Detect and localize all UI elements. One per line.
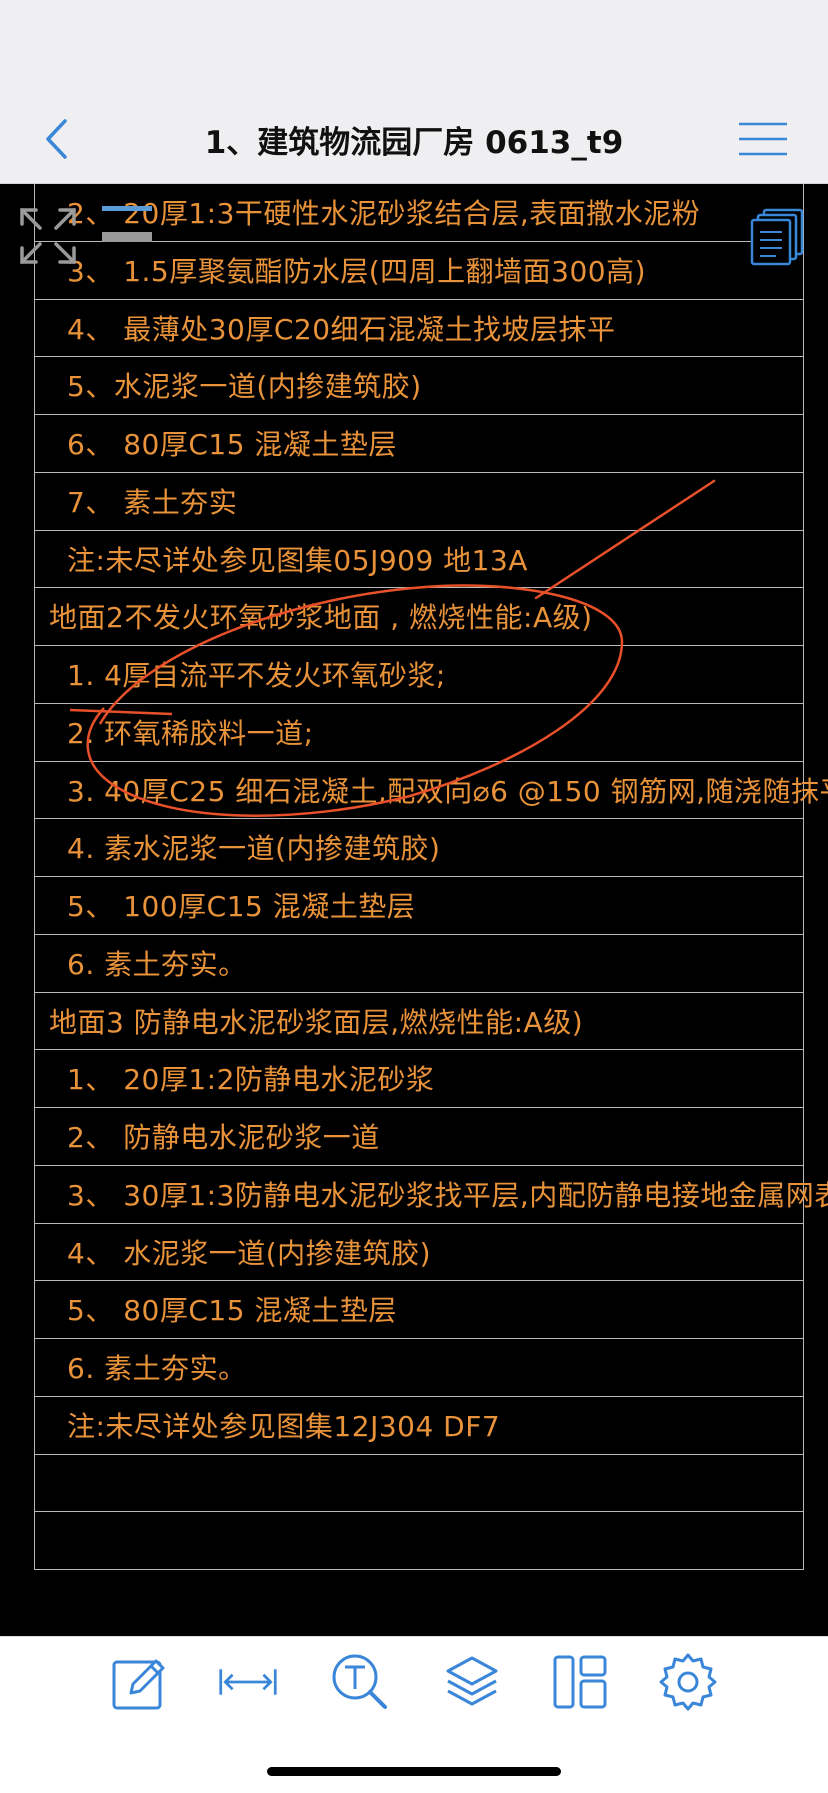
back-button[interactable] — [36, 115, 76, 163]
drawing-row-text: 2、 20厚1:3干硬性水泥砂浆结合层,表面撒水泥粉 — [67, 197, 701, 230]
drawing-row: 3. 40厚C25 细石混凝土,配双向⌀6 @150 钢筋网,随浇随抹平; — [35, 762, 828, 820]
drawing-row: 3、 30厚1:3防静电水泥砂浆找平层,内配防静电接地金属网表面抹 — [35, 1166, 828, 1224]
drawing-row-text: 2. 环氧稀胶料一道; — [67, 716, 314, 750]
drawing-row: 6. 素土夯实。 — [35, 1339, 803, 1397]
drawing-row-text: 3、 1.5厚聚氨酯防水层(四周上翻墙面300高) — [67, 254, 647, 288]
menu-button[interactable] — [736, 119, 790, 159]
fit-screen-button[interactable] — [16, 204, 80, 268]
home-indicator — [267, 1767, 561, 1776]
drawing-row-text: 地面3 防静电水泥砂浆面层,燃烧性能:A级) — [49, 1005, 584, 1039]
drawing-row: 2、 防静电水泥砂浆一道 — [35, 1108, 803, 1166]
text-search-icon — [332, 1654, 387, 1709]
drawing-row: 4. 素水泥浆一道(内掺建筑胶) — [35, 819, 803, 877]
drawing-row-text: 6、 80厚C15 混凝土垫层 — [67, 428, 397, 461]
nav-bar: 1、建筑物流园厂房 0613_t9 — [0, 95, 828, 184]
drawing-row: 6、 80厚C15 混凝土垫层 — [35, 415, 803, 473]
layout-button[interactable] — [550, 1651, 610, 1713]
measure-icon — [219, 1669, 277, 1695]
drawing-row: 5、 100厚C15 混凝土垫层 — [35, 877, 803, 935]
edit-markup-button[interactable] — [110, 1651, 170, 1713]
drawing-row-text: 4、 水泥浆一道(内掺建筑胶) — [67, 1236, 432, 1270]
drawing-row: 1. 4厚自流平不发火环氧砂浆; — [35, 646, 803, 704]
drawing-row-text: 5、 80厚C15 混凝土垫层 — [67, 1294, 397, 1328]
drawing-row-text: 6. 素土夯实。 — [67, 947, 247, 981]
settings-button[interactable] — [658, 1651, 718, 1713]
drawing-row: 4、 水泥浆一道(内掺建筑胶) — [35, 1224, 803, 1282]
text-search-button[interactable] — [330, 1651, 390, 1713]
drawing-row: 地面2不发火环氧砂浆地面 , 燃烧性能:A级) — [35, 588, 803, 646]
layers-button[interactable] — [442, 1651, 502, 1713]
drawing-row-text: 2、 防静电水泥砂浆一道 — [67, 1121, 380, 1154]
drawing-canvas[interactable]: 2、 20厚1:3干硬性水泥砂浆结合层,表面撒水泥粉 3、 1.5厚聚氨酯防水层(… — [0, 184, 828, 1636]
drawing-row-text: 1. 4厚自流平不发火环氧砂浆; — [67, 659, 446, 692]
layout-icon — [553, 1655, 607, 1709]
drawing-row: 注:未尽详处参见图集12J304 DF7 — [35, 1397, 803, 1455]
drawing-row-text: 7、 素土夯实 — [67, 485, 238, 519]
drawing-row: 地面3 防静电水泥砂浆面层,燃烧性能:A级) — [35, 993, 803, 1051]
measure-button[interactable] — [218, 1651, 278, 1713]
drawing-row-text: 注:未尽详处参见图集12J304 DF7 — [67, 1409, 501, 1443]
menu-icon — [739, 122, 787, 156]
drawing-row: 3、 1.5厚聚氨酯防水层(四周上翻墙面300高) — [35, 242, 803, 300]
chevron-left-icon — [46, 119, 67, 159]
expand-icon — [20, 208, 76, 264]
drawing-row-text: 5、 100厚C15 混凝土垫层 — [67, 890, 416, 923]
drawing-row-text: 4、 最薄处30厚C20细石混凝土找坡层抹平 — [67, 312, 616, 346]
drawing-row: 注:未尽详处参见图集05J909 地13A — [35, 531, 803, 589]
drawing-row — [35, 1455, 803, 1513]
drawing-row-text: 5、水泥浆一道(内掺建筑胶) — [67, 370, 422, 404]
drawing-row: 4、 最薄处30厚C20细石混凝土找坡层抹平 — [35, 300, 803, 358]
drawing-row-text: 4. 素水泥浆一道(内掺建筑胶) — [67, 832, 441, 866]
drawing-row: 5、水泥浆一道(内掺建筑胶) — [35, 357, 803, 415]
drawing-row-text: 地面2不发火环氧砂浆地面 , 燃烧性能:A级) — [49, 601, 593, 635]
drawing-row: 2. 环氧稀胶料一道; — [35, 704, 803, 762]
drawing-row: 6. 素土夯实。 — [35, 935, 803, 993]
edit-icon — [112, 1659, 165, 1710]
gear-icon — [659, 1653, 717, 1711]
drawing-row-text: 1、 20厚1:2防静电水泥砂浆 — [67, 1063, 435, 1097]
drawing-row — [35, 1512, 803, 1570]
drawing-row-text: 注:未尽详处参见图集05J909 地13A — [67, 543, 528, 577]
drawing-row-text: 3、 30厚1:3防静电水泥砂浆找平层,内配防静电接地金属网表面抹 — [67, 1178, 828, 1212]
sheets-button[interactable] — [748, 206, 808, 268]
drawing-table: 2、 20厚1:3干硬性水泥砂浆结合层,表面撒水泥粉 3、 1.5厚聚氨酯防水层(… — [34, 184, 828, 1570]
drawing-row: 5、 80厚C15 混凝土垫层 — [35, 1281, 803, 1339]
drawing-row: 1、 20厚1:2防静电水泥砂浆 — [35, 1050, 803, 1108]
drawing-row-text: 3. 40厚C25 细石混凝土,配双向⌀6 @150 钢筋网,随浇随抹平; — [67, 774, 828, 808]
drawing-row-text: 6. 素土夯实。 — [67, 1352, 247, 1385]
status-bar — [0, 0, 828, 95]
layers-icon — [446, 1656, 498, 1706]
page-title: 1、建筑物流园厂房 0613_t9 — [204, 124, 624, 161]
toggle-lines-icon[interactable] — [100, 202, 156, 246]
drawing-row: 7、 素土夯实 — [35, 473, 803, 531]
sheets-icon — [750, 208, 804, 266]
